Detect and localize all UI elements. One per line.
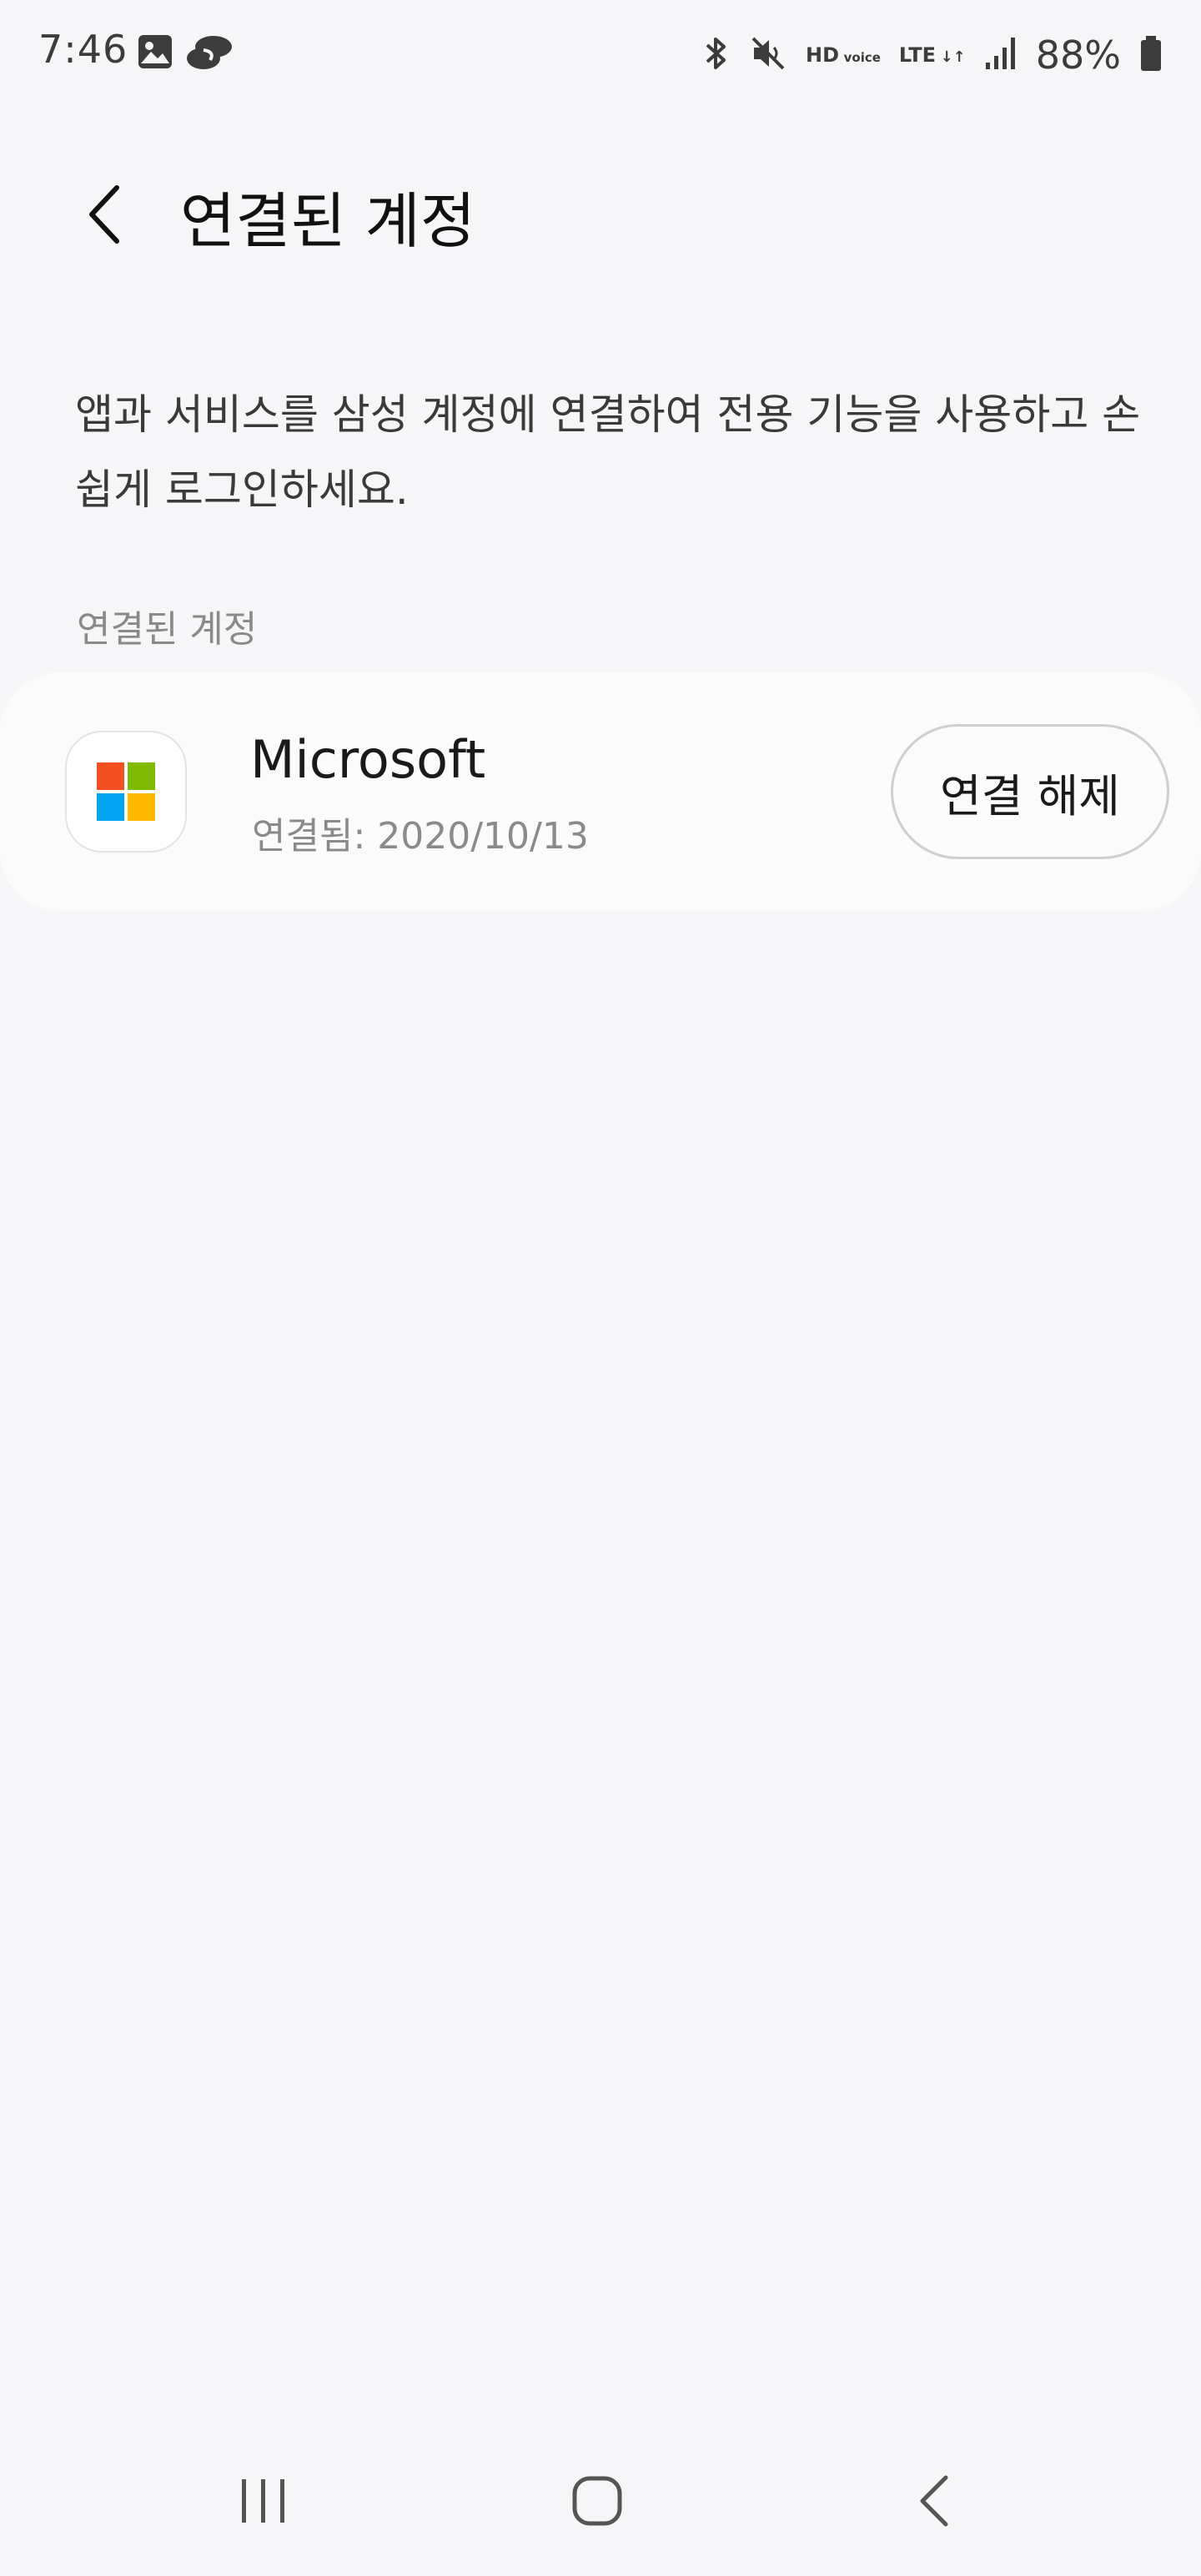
hd-voice-icon: HD voice xyxy=(806,43,881,67)
account-connected-date: 연결됨: 2020/10/13 xyxy=(252,815,589,858)
account-card-microsoft: Microsoft 연결됨: 2020/10/13 연결 해제 xyxy=(0,672,1201,911)
back-icon xyxy=(917,2474,951,2531)
navigation-bar xyxy=(0,2429,1201,2576)
nav-back-button[interactable] xyxy=(867,2429,1001,2576)
recent-apps-button[interactable] xyxy=(197,2429,330,2576)
home-button[interactable] xyxy=(530,2429,664,2576)
status-icons: HD voice LTE ↓↑ 88% xyxy=(702,30,1163,80)
recent-apps-icon xyxy=(239,2478,289,2528)
sync-app-icon xyxy=(185,33,234,75)
bluetooth-icon xyxy=(702,34,731,76)
page-title: 연결된 계정 xyxy=(180,186,476,256)
settings-screen: 7:46 HD voice LTE ↓↑ 88% 연결된 계정 앱과 서비스를 … xyxy=(0,0,1201,2576)
status-time: 7:46 xyxy=(38,27,128,72)
lte-icon: LTE ↓↑ xyxy=(898,43,966,67)
description-text: 앱과 서비스를 삼성 계정에 연결하여 전용 기능을 사용하고 손쉽게 로그인하… xyxy=(75,390,1141,514)
account-name: Microsoft xyxy=(250,729,486,790)
battery-percent: 88% xyxy=(1035,33,1121,78)
microsoft-logo-icon xyxy=(65,731,187,853)
battery-icon xyxy=(1139,34,1163,76)
signal-icon xyxy=(984,36,1018,74)
status-bar: 7:46 HD voice LTE ↓↑ 88% xyxy=(0,0,1201,110)
home-icon xyxy=(571,2475,623,2530)
section-label: 연결된 계정 xyxy=(77,608,258,651)
disconnect-button[interactable]: 연결 해제 xyxy=(891,724,1169,859)
image-icon xyxy=(137,33,173,73)
mute-icon xyxy=(749,34,787,76)
back-button[interactable] xyxy=(73,179,133,254)
chevron-left-icon xyxy=(85,184,122,248)
